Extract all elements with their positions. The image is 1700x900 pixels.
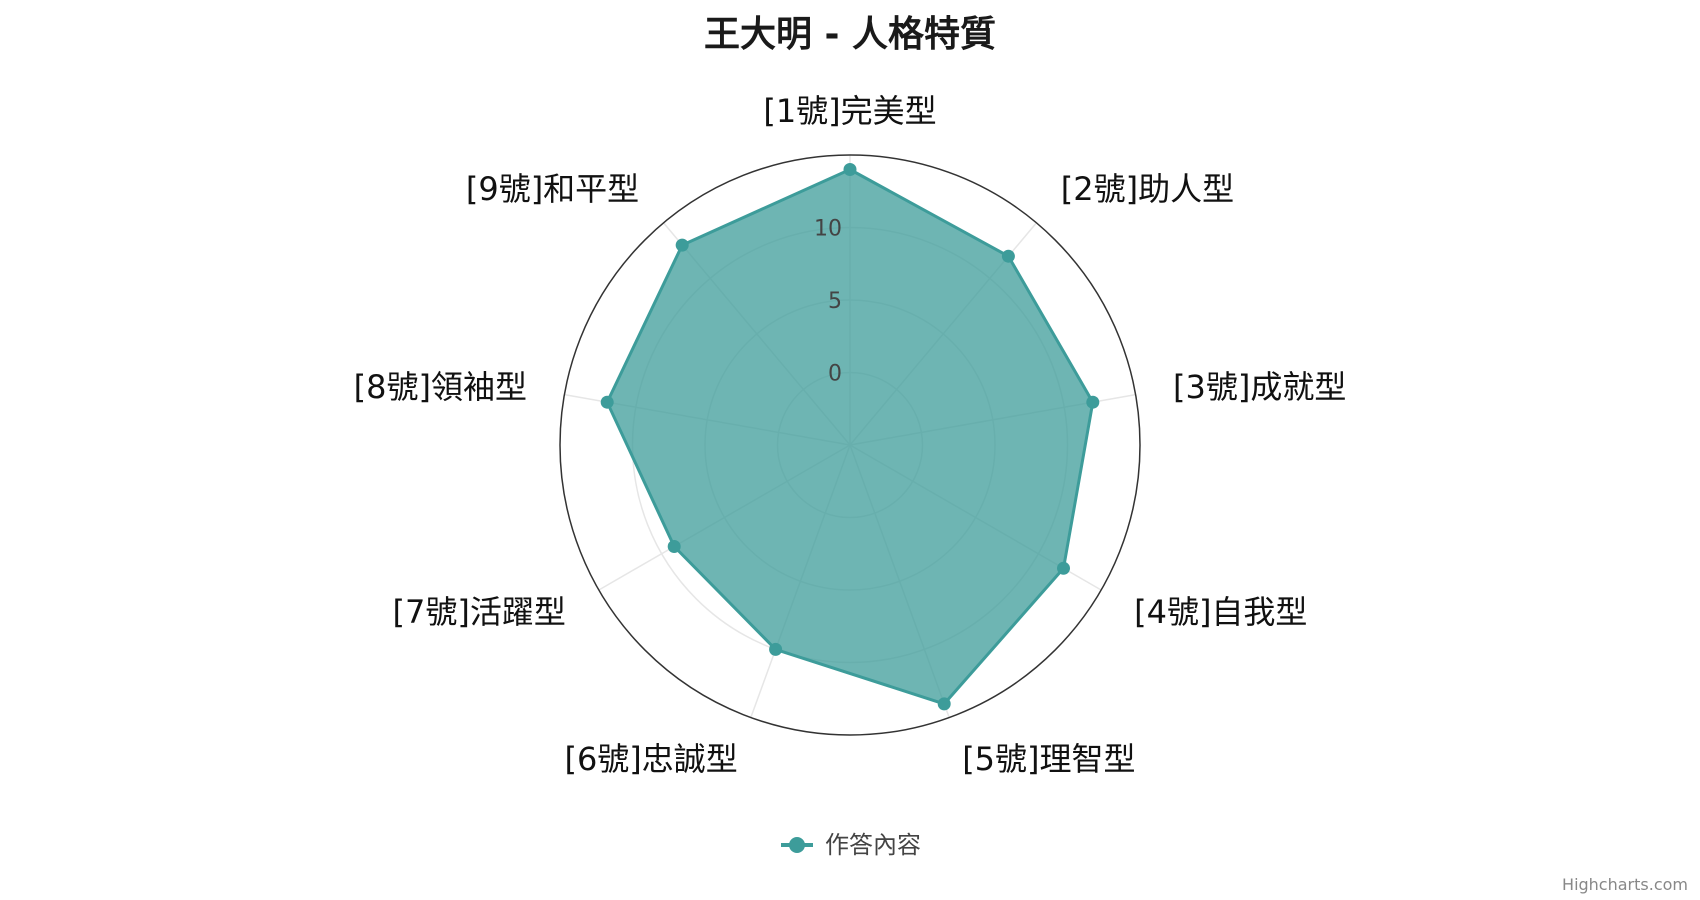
- category-label: [7號]活躍型: [393, 593, 566, 631]
- category-label: [5號]理智型: [962, 740, 1135, 778]
- data-point[interactable]: [1086, 395, 1100, 409]
- radar-chart: 0 5 10 [1號]完美型 [2號]助人型 [3號]成就型 [4號]自我型 [5號]理智型 […: [0, 0, 1700, 900]
- category-label: [9號]和平型: [466, 170, 639, 208]
- data-point[interactable]: [1057, 561, 1070, 575]
- tick-label: 0: [828, 362, 842, 387]
- tick-label: 5: [828, 289, 842, 314]
- category-label: [1號]完美型: [763, 92, 936, 130]
- chart-title: 王大明 - 人格特質: [704, 14, 996, 55]
- data-point[interactable]: [843, 163, 857, 176]
- category-label: [4號]自我型: [1134, 593, 1307, 631]
- tick-label: 10: [814, 217, 842, 242]
- category-label: [2號]助人型: [1061, 170, 1234, 208]
- data-point[interactable]: [937, 697, 951, 711]
- category-label: [8號]領袖型: [354, 368, 527, 406]
- legend-label: 作答內容: [825, 831, 921, 859]
- data-point[interactable]: [675, 238, 689, 252]
- chart-svg: 0 5 10 [1號]完美型 [2號]助人型 [3號]成就型 [4號]自我型 [5號]理智型 […: [354, 14, 1688, 894]
- category-label: [6號]忠誠型: [564, 740, 737, 778]
- data-point[interactable]: [667, 540, 681, 553]
- data-point[interactable]: [769, 642, 783, 656]
- legend-item[interactable]: 作答內容: [781, 831, 921, 859]
- legend-marker-symbol: [789, 837, 805, 853]
- series-layer: [600, 163, 1100, 711]
- data-point[interactable]: [600, 395, 614, 409]
- data-point[interactable]: [1001, 249, 1015, 263]
- category-label: [3號]成就型: [1173, 368, 1346, 406]
- credits-link[interactable]: Highcharts.com: [1562, 875, 1688, 894]
